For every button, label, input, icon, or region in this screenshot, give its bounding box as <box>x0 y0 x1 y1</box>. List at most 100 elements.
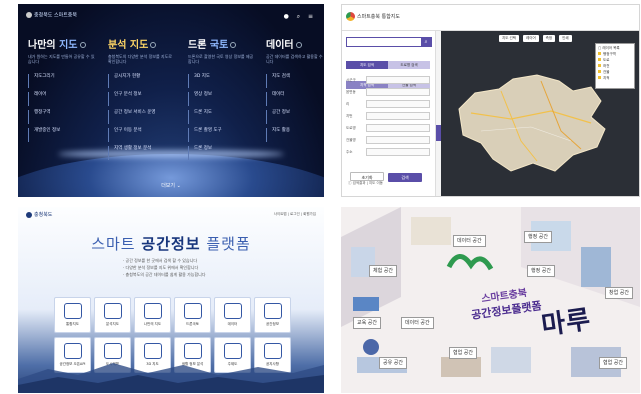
menu-item[interactable]: 지도 검색 <box>266 74 324 88</box>
space-label: 행정 공간 <box>524 231 552 243</box>
more-button[interactable]: 더보기 ⌄ <box>18 182 324 189</box>
layer-checkbox-icon <box>598 58 601 61</box>
tab-road-search[interactable]: 도로명 검색 <box>388 61 430 69</box>
drone-icon <box>183 303 202 319</box>
menu-description: 내가 원하는 지도를 만들어 공유할 수 있습니다 <box>28 54 95 64</box>
layer-item[interactable]: 지적 <box>598 76 632 82</box>
menu-item[interactable]: 행정구역 <box>28 110 98 124</box>
map-tool[interactable]: 레이어 <box>523 35 539 42</box>
map-toolbar: 지도 선택 레이어 측정 인쇄 <box>499 35 576 42</box>
search-form: 시군구 읍면동 리 지번 도로명 건물명 주소 <box>346 76 432 160</box>
smart-map-portal-panel: 충청북도 스마트충북 ● ⌕ ≡ 나만의 지도 내가 원하는 지도를 만들어 공… <box>18 4 324 197</box>
form-field[interactable] <box>366 148 430 156</box>
menu-item[interactable]: 개발중인 정보 <box>28 128 98 142</box>
menu-item[interactable]: 지도그리기 <box>28 74 98 88</box>
menu-title[interactable]: 드론 국토 <box>188 36 258 51</box>
space-label: 데이터 공간 <box>453 235 486 247</box>
platform-topbar: 충청북도 사이트맵 | 로그인 | 회원가입 <box>18 207 324 221</box>
layer-checkbox-icon <box>598 52 601 55</box>
service-card[interactable]: 데이터 <box>214 297 251 333</box>
menu-item[interactable]: 드론 촬영 도구 <box>188 128 258 142</box>
service-card[interactable]: 통합지도 <box>54 297 91 333</box>
space-label: 공유 공간 <box>379 357 407 369</box>
space-label: 체험 공간 <box>369 265 397 277</box>
layer-panel: ▢ 레이어 목록 행정구역 도로 하천 건물 지적 <box>595 43 635 89</box>
chevron-icon <box>295 42 302 48</box>
service-card[interactable]: 드론국토 <box>174 297 211 333</box>
form-field[interactable] <box>366 112 430 120</box>
analysis-icon <box>103 303 122 319</box>
search-button[interactable]: 검색 <box>388 173 422 182</box>
form-field[interactable] <box>366 124 430 132</box>
smart-spatial-platform-panel: 충청북도 사이트맵 | 로그인 | 회원가입 스마트 공간정보 플랫폼 · 공간… <box>18 207 324 393</box>
map-canvas[interactable]: 지도 선택 레이어 측정 인쇄 ▢ 레이어 목록 행정구역 도로 하천 건물 지적 <box>441 31 639 196</box>
form-field[interactable] <box>366 76 430 84</box>
space-label: 협업 공간 <box>599 357 627 369</box>
menu-item[interactable]: 지역 생활 정보 분석 <box>108 146 178 160</box>
menu-column-analysis-map: 분석 지도 충청북도의 다양한 분석 정보를 지도로 확인합니다 공시지가 현황… <box>108 36 178 164</box>
map-tool[interactable]: 지도 선택 <box>499 35 519 42</box>
form-field[interactable] <box>366 88 430 96</box>
menu-title[interactable]: 데이터 <box>266 36 324 51</box>
space-label: 교육 공간 <box>353 317 381 329</box>
space-label: 창업 공간 <box>605 287 633 299</box>
chevron-icon <box>150 42 157 48</box>
service-card[interactable]: 공간정보 <box>254 297 291 333</box>
viewer-header: 스마트충북 통합지도 <box>342 5 639 31</box>
map-tool[interactable]: 인쇄 <box>559 35 572 42</box>
platform-logo[interactable]: 충청북도 <box>26 211 52 218</box>
space-label: 행정 공간 <box>527 265 555 277</box>
form-field[interactable] <box>366 100 430 108</box>
space-label: 협업 공간 <box>449 347 477 359</box>
layer-checkbox-icon <box>598 70 601 73</box>
emblem-icon <box>26 211 32 218</box>
platform-maru-space-panel: 스마트충북 공간정보플랫폼 마루 데이터 공간 행정 공간 행정 공간 체험 공… <box>341 207 640 393</box>
menu-description: 공간 데이터를 검색하고 활용할 수 있습니다 <box>266 54 324 64</box>
logo-icon <box>346 12 355 21</box>
emblem-icon <box>26 12 32 18</box>
service-card[interactable]: 분석지도 <box>94 297 131 333</box>
form-field[interactable] <box>366 136 430 144</box>
utility-links[interactable]: 사이트맵 | 로그인 | 회원가입 <box>274 212 316 217</box>
map-tool[interactable]: 측정 <box>542 35 556 42</box>
layer-checkbox-icon <box>598 64 601 67</box>
menu-description: 충청북도의 다양한 분석 정보를 지도로 확인합니다 <box>108 54 172 64</box>
menu-item[interactable]: 드론 정보 <box>188 146 258 160</box>
menu-item[interactable]: 공간 정보 서비스 운영 <box>108 110 178 124</box>
service-card[interactable]: 나만의 지도 <box>134 297 171 333</box>
menu-column-data: 데이터 공간 데이터를 검색하고 활용할 수 있습니다 지도 검색 데이터 공간… <box>266 36 324 146</box>
map-icon <box>63 303 82 319</box>
tab-map-search[interactable]: 지도 검색 <box>346 61 388 69</box>
platform-title: 스마트 공간정보 플랫폼 <box>91 235 251 253</box>
search-input[interactable]: ⌕ <box>346 37 432 47</box>
search-icon[interactable]: ⌕ <box>421 38 431 46</box>
chevron-icon <box>230 42 237 48</box>
menu-item[interactable]: 데이터 <box>266 92 324 106</box>
building-icon <box>263 303 282 319</box>
menu-item[interactable]: 공시지가 현황 <box>108 74 178 88</box>
viewer-logo[interactable]: 스마트충북 통합지도 <box>346 12 400 21</box>
menu-item[interactable]: 3D 지도 <box>188 74 258 88</box>
space-label: 데이터 공간 <box>401 317 434 329</box>
menu-description: 드론으로 촬영한 국토 영상 정보를 제공합니다 <box>188 54 254 64</box>
menu-column-my-map: 나만의 지도 내가 원하는 지도를 만들어 공유할 수 있습니다 지도그리기 레… <box>28 36 98 146</box>
header-icons[interactable]: ● ⌕ ≡ <box>284 13 316 21</box>
menu-title[interactable]: 분석 지도 <box>108 36 178 51</box>
menu-title[interactable]: 나만의 지도 <box>28 36 98 51</box>
menu-item[interactable]: 공간 정보 <box>266 110 324 124</box>
menu-item[interactable]: 레이어 <box>28 92 98 106</box>
menu-item[interactable]: 인구 이동 분석 <box>108 128 178 142</box>
platform-bullets: · 공간 정보를 한 곳에서 검색 할 수 있습니다 · 다양한 분석 정보를 … <box>123 258 206 277</box>
integrated-map-viewer-panel: 스마트충북 통합지도 ⌕ 지도 검색 도로명 검색 지적 검색 건물 검색 시군구 … <box>341 4 640 197</box>
menu-item[interactable]: 지도 활용 <box>266 128 324 142</box>
menu-item[interactable]: 영상 정보 <box>188 92 258 106</box>
layer-checkbox-icon <box>598 76 601 79</box>
portal-logo[interactable]: 충청북도 스마트충북 <box>26 12 77 19</box>
reset-button[interactable]: 초기화 <box>350 172 384 181</box>
menu-column-drone-land: 드론 국토 드론으로 촬영한 국토 영상 정보를 제공합니다 3D 지도 영상 … <box>188 36 258 164</box>
mountain-silhouette <box>18 363 324 393</box>
data-icon <box>223 303 242 319</box>
menu-item[interactable]: 드론 지도 <box>188 110 258 124</box>
menu-item[interactable]: 인구 분석 정보 <box>108 92 178 106</box>
chevron-icon <box>79 42 86 48</box>
